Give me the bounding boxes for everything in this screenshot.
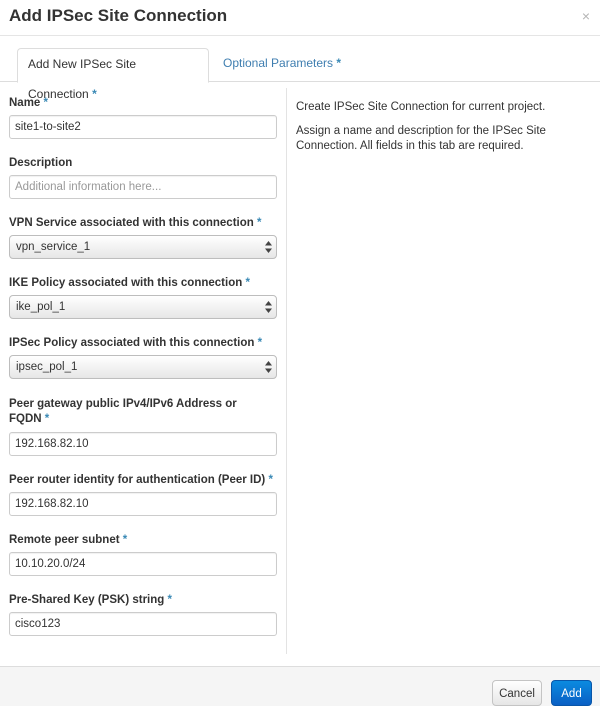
required-mark: * xyxy=(167,594,172,606)
peer-address-label: Peer gateway public IPv4/IPv6 Address or… xyxy=(9,397,279,427)
peer-id-label: Peer router identity for authentication … xyxy=(9,473,279,488)
required-mark: * xyxy=(245,277,250,289)
help-panel: Create IPSec Site Connection for current… xyxy=(296,100,586,163)
required-mark: * xyxy=(257,337,263,349)
name-label-text: Name xyxy=(9,97,41,109)
remote-subnet-input[interactable] xyxy=(9,552,277,576)
required-mark: * xyxy=(122,534,128,546)
add-ipsec-site-connection-dialog: Add IPSec Site Connection × Add New IPSe… xyxy=(0,0,600,706)
modal-footer: Cancel Add xyxy=(0,666,600,706)
vpn-service-label: VPN Service associated with this connect… xyxy=(9,216,279,231)
remote-subnet-label-text: Remote peer subnet xyxy=(9,534,120,546)
vpn-service-select[interactable]: vpn_service_1 xyxy=(9,235,277,259)
required-mark: * xyxy=(256,217,262,229)
help-paragraph: Assign a name and description for the IP… xyxy=(296,125,546,152)
description-label: Description xyxy=(9,156,279,171)
tab-bar: Add New IPSec Site Connection * Optional… xyxy=(0,48,600,101)
remote-subnet-label: Remote peer subnet * xyxy=(9,533,279,548)
required-mark: * xyxy=(336,56,342,70)
required-mark: * xyxy=(268,474,273,486)
help-paragraph: Create IPSec Site Connection for current… xyxy=(296,101,546,113)
required-mark: * xyxy=(44,413,50,425)
cancel-button[interactable]: Cancel xyxy=(492,680,542,706)
column-divider xyxy=(286,88,287,654)
name-input[interactable] xyxy=(9,115,277,139)
peer-address-input[interactable] xyxy=(9,432,277,456)
psk-label-text: Pre-Shared Key (PSK) string xyxy=(9,594,165,606)
peer-address-label-line2: FQDN xyxy=(9,413,42,425)
psk-label: Pre-Shared Key (PSK) string * xyxy=(9,593,279,608)
tab-optional-parameters[interactable]: Optional Parameters * xyxy=(213,48,351,82)
description-input[interactable] xyxy=(9,175,277,199)
ike-policy-label-text: IKE Policy associated with this connecti… xyxy=(9,277,243,289)
vpn-service-label-text: VPN Service associated with this connect… xyxy=(9,217,254,229)
peer-id-input[interactable] xyxy=(9,492,277,516)
description-label-text: Description xyxy=(9,157,73,169)
close-icon[interactable]: × xyxy=(582,8,590,24)
tab-label: Optional Parameters xyxy=(223,56,334,70)
select-arrows-icon xyxy=(265,241,272,253)
select-arrows-icon xyxy=(265,301,272,313)
vpn-service-selected-value: vpn_service_1 xyxy=(16,241,91,253)
modal-header: Add IPSec Site Connection × xyxy=(0,0,600,36)
select-arrows-icon xyxy=(265,361,272,373)
tab-label: Add New IPSec Site Connection xyxy=(28,57,137,101)
tab-add-new-ipsec-site-connection[interactable]: Add New IPSec Site Connection * xyxy=(17,48,209,101)
peer-address-label-line1: Peer gateway public IPv4/IPv6 Address or xyxy=(9,398,237,410)
ipsec-policy-select[interactable]: ipsec_pol_1 xyxy=(9,355,277,379)
ike-policy-select[interactable]: ike_pol_1 xyxy=(9,295,277,319)
ike-policy-label: IKE Policy associated with this connecti… xyxy=(9,276,279,291)
psk-input[interactable] xyxy=(9,612,277,636)
peer-id-label-text: Peer router identity for authentication … xyxy=(9,474,266,486)
ipsec-policy-label: IPSec Policy associated with this connec… xyxy=(9,336,279,351)
name-label: Name * xyxy=(9,96,279,111)
ike-policy-selected-value: ike_pol_1 xyxy=(16,301,66,313)
ipsec-policy-selected-value: ipsec_pol_1 xyxy=(16,361,78,373)
required-mark: * xyxy=(43,97,49,109)
modal-title: Add IPSec Site Connection xyxy=(9,6,228,25)
ipsec-policy-label-text: IPSec Policy associated with this connec… xyxy=(9,337,255,349)
add-button[interactable]: Add xyxy=(551,680,592,706)
